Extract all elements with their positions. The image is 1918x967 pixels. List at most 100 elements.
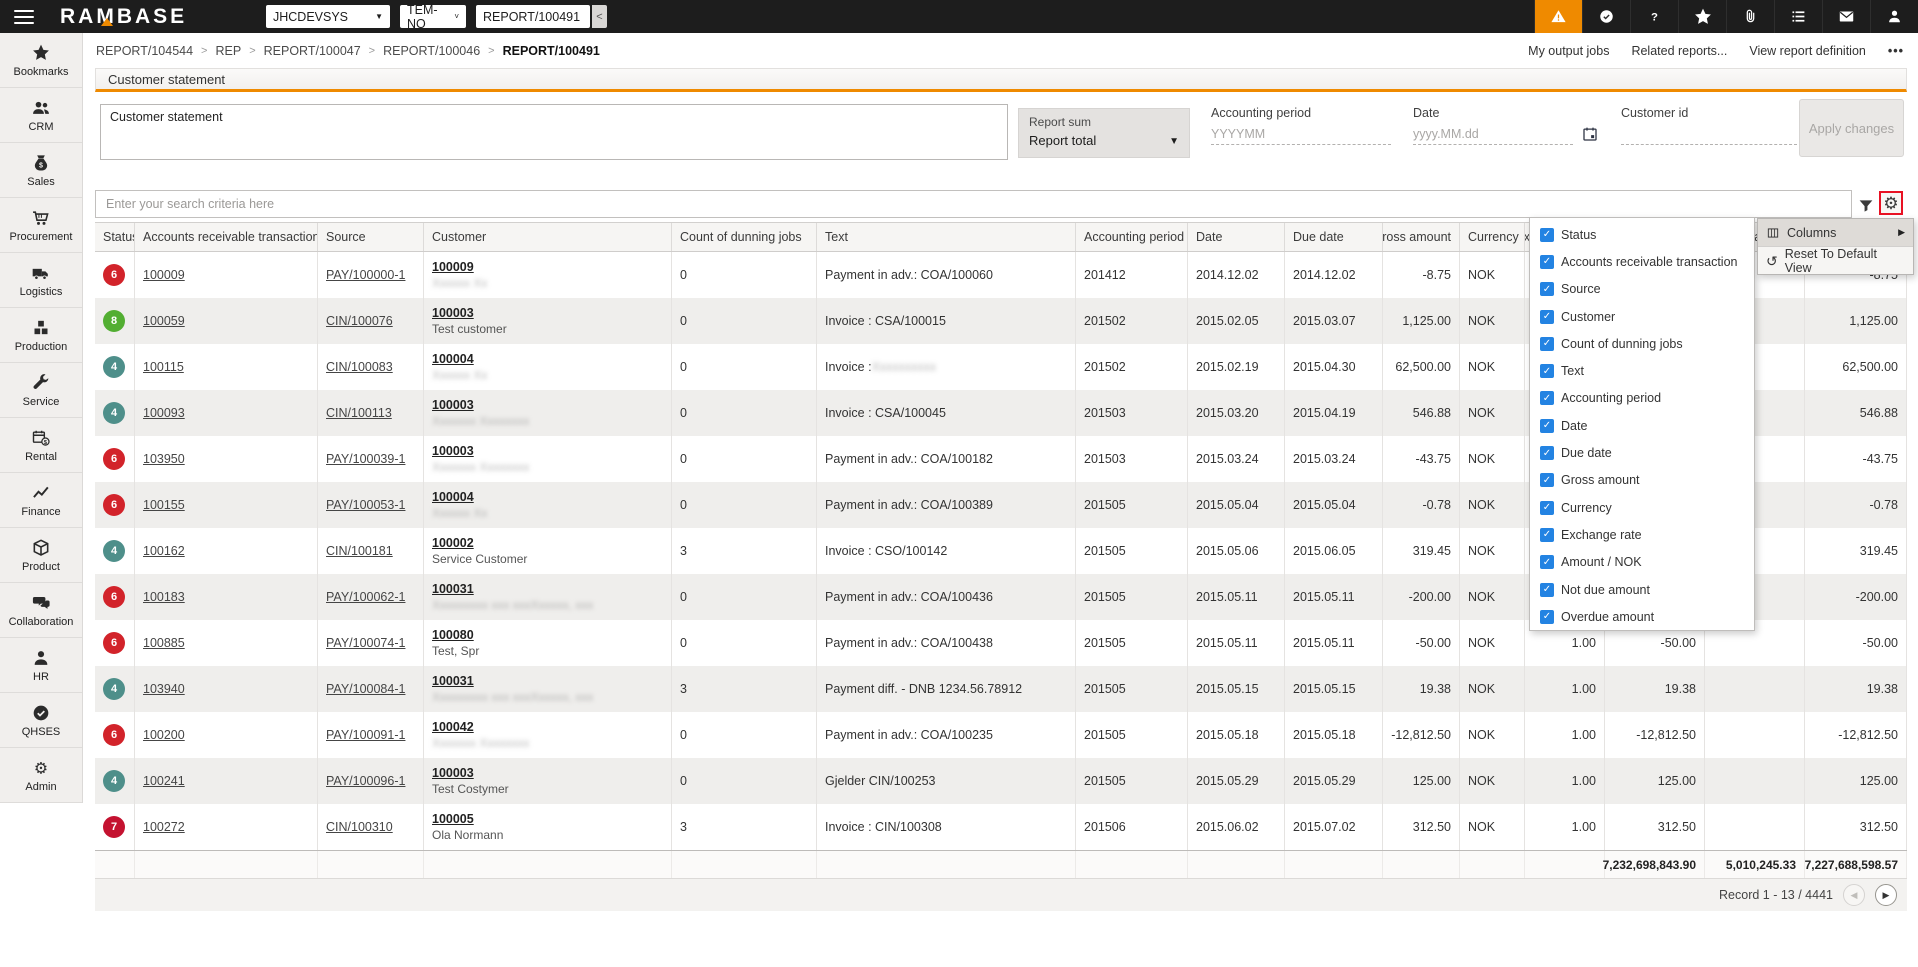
customer-id-link[interactable]: 100003 bbox=[432, 398, 474, 412]
column-toggle-text[interactable]: ✓ Text bbox=[1530, 357, 1754, 384]
search-input[interactable] bbox=[95, 190, 1852, 218]
menu-item-columns[interactable]: Columns ▶ bbox=[1758, 219, 1913, 246]
hamburger-menu-icon[interactable] bbox=[14, 9, 34, 24]
sidebar-item-qhses[interactable]: QHSES bbox=[0, 693, 82, 748]
date-input[interactable] bbox=[1413, 124, 1573, 145]
sidebar-item-sales[interactable]: $ Sales bbox=[0, 143, 82, 198]
source-link[interactable]: CIN/100310 bbox=[326, 820, 393, 834]
menu-item-reset-to-default-view[interactable]: ↺ Reset To Default View bbox=[1758, 246, 1913, 275]
sidebar-item-product[interactable]: Product bbox=[0, 528, 82, 583]
column-toggle-customer[interactable]: ✓ Customer bbox=[1530, 303, 1754, 330]
art-link[interactable]: 100115 bbox=[143, 360, 184, 374]
apply-changes-button[interactable]: Apply changes bbox=[1799, 99, 1904, 157]
column-header-count-of-dunning-jobs[interactable]: Count of dunning jobs bbox=[672, 223, 817, 251]
breadcrumb-item[interactable]: REPORT/100046 bbox=[383, 44, 480, 58]
checkbox-checked-icon[interactable]: ✓ bbox=[1540, 254, 1554, 269]
sidebar-item-hr[interactable]: HR bbox=[0, 638, 82, 693]
art-link[interactable]: 100272 bbox=[143, 820, 185, 834]
checkbox-checked-icon[interactable]: ✓ bbox=[1540, 336, 1554, 351]
sidebar-item-admin[interactable]: ⚙ Admin bbox=[0, 748, 82, 803]
column-header-gross-amount[interactable]: Gross amount bbox=[1383, 223, 1460, 251]
column-header-source[interactable]: Source bbox=[318, 223, 424, 251]
art-link[interactable]: 100093 bbox=[143, 406, 185, 420]
checkbox-checked-icon[interactable]: ✓ bbox=[1540, 500, 1554, 515]
topbar-user-button[interactable] bbox=[1870, 0, 1918, 33]
topbar-help-button[interactable]: ? bbox=[1630, 0, 1678, 33]
column-toggle-date[interactable]: ✓ Date bbox=[1530, 412, 1754, 439]
topbar-paperclip-button[interactable] bbox=[1726, 0, 1774, 33]
table-row[interactable]: 4 103940 PAY/100084-1 100031 Xxxxxxxxx xxx x… bbox=[95, 666, 1907, 712]
column-toggle-source[interactable]: ✓ Source bbox=[1530, 276, 1754, 303]
customer-id-link[interactable]: 100009 bbox=[432, 260, 474, 274]
report-sum-dropdown[interactable]: Report sum Report total ▼ bbox=[1018, 108, 1190, 158]
art-link[interactable]: 100183 bbox=[143, 590, 185, 604]
customer-id-link[interactable]: 100042 bbox=[432, 720, 474, 734]
accounting-period-input[interactable] bbox=[1211, 124, 1391, 145]
back-button[interactable]: < bbox=[592, 5, 607, 28]
sidebar-item-rental[interactable]: $ Rental bbox=[0, 418, 82, 473]
column-toggle-amount-nok[interactable]: ✓ Amount / NOK bbox=[1530, 549, 1754, 576]
source-link[interactable]: CIN/100181 bbox=[326, 544, 393, 558]
checkbox-checked-icon[interactable]: ✓ bbox=[1540, 446, 1554, 461]
art-link[interactable]: 100241 bbox=[143, 774, 185, 788]
column-header-customer[interactable]: Customer bbox=[424, 223, 672, 251]
table-row[interactable]: 4 100241 PAY/100096-1 100003 Test Costymer 0 G… bbox=[95, 758, 1907, 804]
column-toggle-due-date[interactable]: ✓ Due date bbox=[1530, 439, 1754, 466]
column-toggle-not-due-amount[interactable]: ✓ Not due amount bbox=[1530, 576, 1754, 603]
breadcrumb-item[interactable]: REPORT/100491 bbox=[503, 44, 600, 58]
system-select[interactable]: JHCDEVSYS ▼ bbox=[266, 5, 390, 28]
customer-id-link[interactable]: 100002 bbox=[432, 536, 474, 550]
column-header-accounting-period[interactable]: Accounting period bbox=[1076, 223, 1188, 251]
target-input[interactable] bbox=[476, 5, 590, 28]
column-header-due-date[interactable]: Due date bbox=[1285, 223, 1383, 251]
customer-id-link[interactable]: 100031 bbox=[432, 582, 474, 596]
art-link[interactable]: 103940 bbox=[143, 682, 185, 696]
filter-icon[interactable] bbox=[1857, 197, 1875, 215]
column-header-text[interactable]: Text bbox=[817, 223, 1076, 251]
art-link[interactable]: 100009 bbox=[143, 268, 185, 282]
sidebar-item-bookmarks[interactable]: Bookmarks bbox=[0, 33, 82, 88]
breadcrumb-item[interactable]: REP bbox=[215, 44, 241, 58]
sidebar-item-crm[interactable]: CRM bbox=[0, 88, 82, 143]
customer-id-link[interactable]: 100031 bbox=[432, 674, 474, 688]
checkbox-checked-icon[interactable]: ✓ bbox=[1540, 582, 1554, 597]
checkbox-checked-icon[interactable]: ✓ bbox=[1540, 527, 1554, 542]
table-row[interactable]: 6 100200 PAY/100091-1 100042 Xxxxxxx Xxxxxxx… bbox=[95, 712, 1907, 758]
action-related-reports[interactable]: Related reports... bbox=[1631, 44, 1727, 58]
column-toggle-count-of-dunning-jobs[interactable]: ✓ Count of dunning jobs bbox=[1530, 330, 1754, 357]
sidebar-item-collaboration[interactable]: Collaboration bbox=[0, 583, 82, 638]
column-header-status[interactable]: Status bbox=[95, 223, 135, 251]
customer-id-link[interactable]: 100004 bbox=[432, 352, 474, 366]
customer-id-link[interactable]: 100004 bbox=[432, 490, 474, 504]
table-row[interactable]: 7 100272 CIN/100310 100005 Ola Normann 3 Invoi… bbox=[95, 804, 1907, 850]
topbar-list-button[interactable] bbox=[1774, 0, 1822, 33]
column-toggle-accounts-receivable-transaction[interactable]: ✓ Accounts receivable transaction bbox=[1530, 248, 1754, 275]
art-link[interactable]: 100885 bbox=[143, 636, 185, 650]
action-view-report-definition[interactable]: View report definition bbox=[1749, 44, 1866, 58]
customer-id-input[interactable] bbox=[1621, 124, 1797, 145]
column-toggle-currency[interactable]: ✓ Currency bbox=[1530, 494, 1754, 521]
topbar-check-circle-button[interactable] bbox=[1582, 0, 1630, 33]
art-link[interactable]: 100162 bbox=[143, 544, 185, 558]
checkbox-checked-icon[interactable]: ✓ bbox=[1540, 609, 1554, 624]
prev-page-button[interactable]: ◀ bbox=[1843, 884, 1865, 906]
source-link[interactable]: CIN/100083 bbox=[326, 360, 393, 374]
checkbox-checked-icon[interactable]: ✓ bbox=[1540, 391, 1554, 406]
art-link[interactable]: 100200 bbox=[143, 728, 185, 742]
art-link[interactable]: 100059 bbox=[143, 314, 185, 328]
source-link[interactable]: PAY/100091-1 bbox=[326, 728, 405, 742]
source-link[interactable]: PAY/100000-1 bbox=[326, 268, 405, 282]
next-page-button[interactable]: ▶ bbox=[1875, 884, 1897, 906]
art-link[interactable]: 103950 bbox=[143, 452, 185, 466]
sidebar-item-procurement[interactable]: Procurement bbox=[0, 198, 82, 253]
checkbox-checked-icon[interactable]: ✓ bbox=[1540, 227, 1554, 242]
source-link[interactable]: PAY/100053-1 bbox=[326, 498, 405, 512]
sidebar-item-finance[interactable]: Finance bbox=[0, 473, 82, 528]
breadcrumb-item[interactable]: REPORT/104544 bbox=[96, 44, 193, 58]
column-toggle-accounting-period[interactable]: ✓ Accounting period bbox=[1530, 385, 1754, 412]
column-toggle-gross-amount[interactable]: ✓ Gross amount bbox=[1530, 467, 1754, 494]
checkbox-checked-icon[interactable]: ✓ bbox=[1540, 473, 1554, 488]
column-toggle-overdue-amount[interactable]: ✓ Overdue amount bbox=[1530, 603, 1754, 630]
breadcrumb-item[interactable]: REPORT/100047 bbox=[264, 44, 361, 58]
checkbox-checked-icon[interactable]: ✓ bbox=[1540, 364, 1554, 379]
